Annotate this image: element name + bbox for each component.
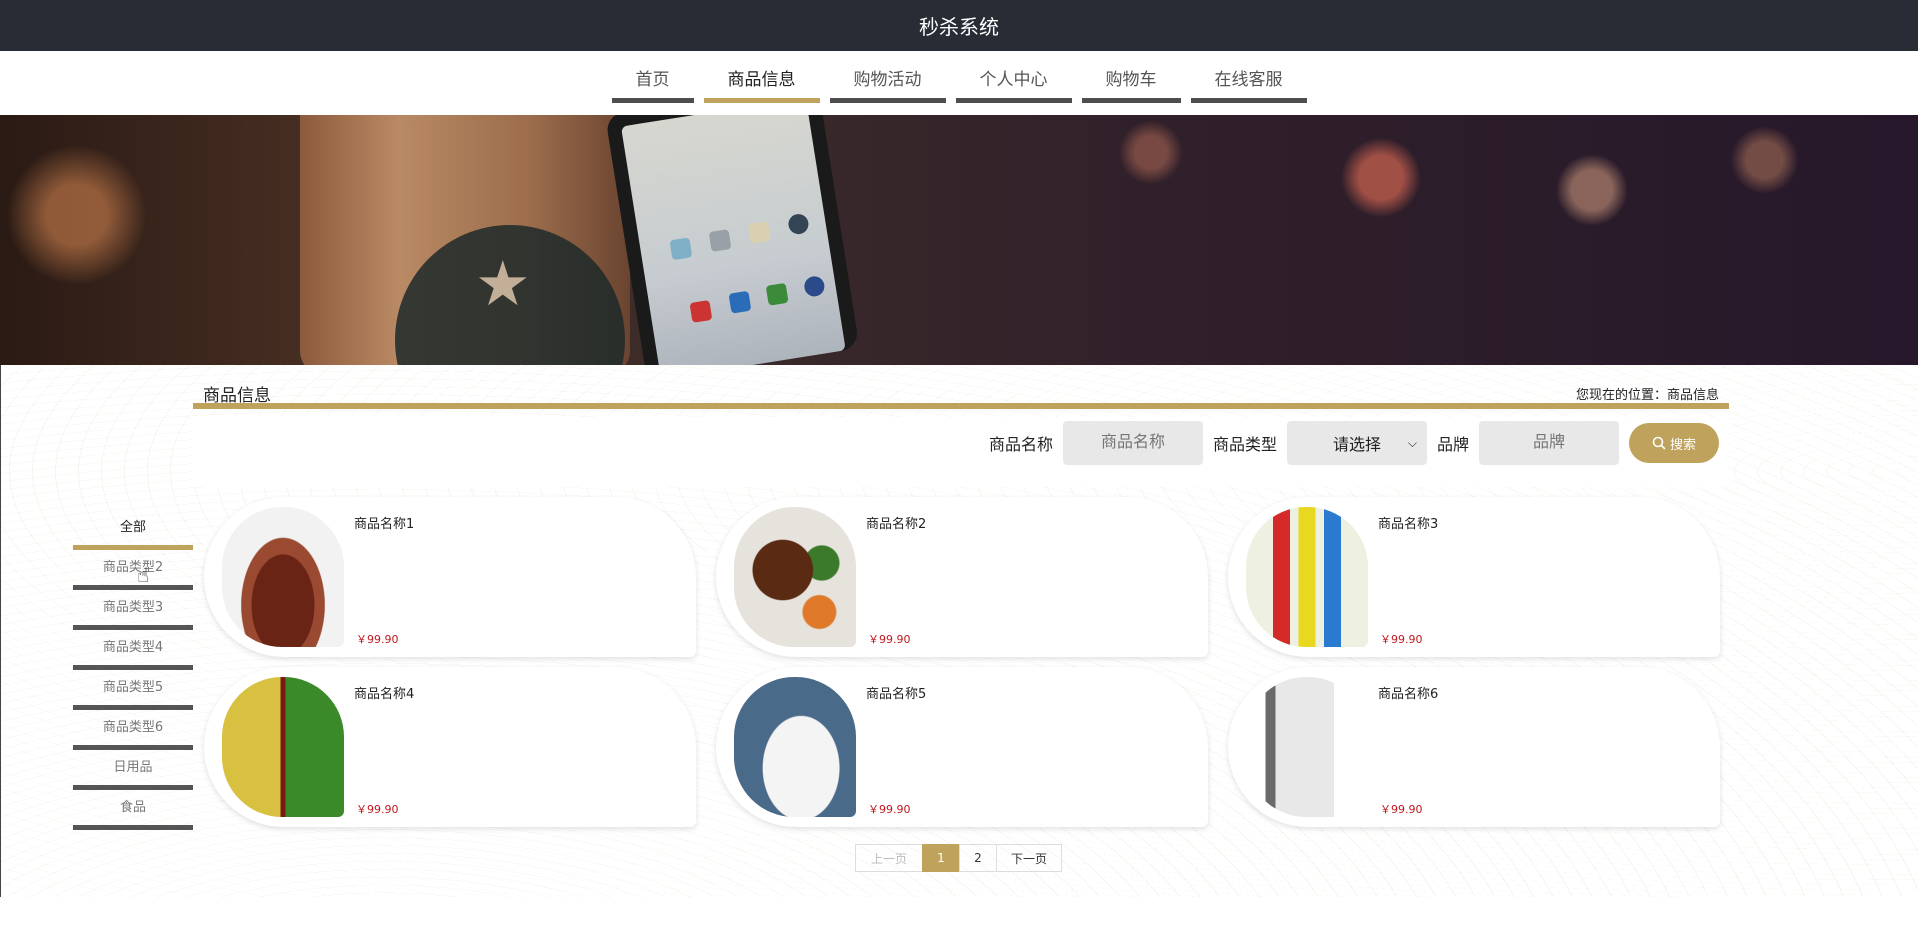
main-nav: 首页 商品信息 购物活动 个人中心 购物车 在线客服 bbox=[0, 51, 1918, 115]
category-type2[interactable]: 商品类型2 bbox=[73, 550, 193, 590]
product-name[interactable]: 商品名称2 bbox=[866, 513, 926, 532]
nav-item-profile[interactable]: 个人中心 bbox=[955, 65, 1072, 103]
nav-item-products[interactable]: 商品信息 bbox=[703, 65, 820, 103]
type-select[interactable]: 请选择 ⌵ bbox=[1286, 421, 1427, 465]
product-price: ￥99.90 bbox=[356, 803, 399, 816]
nav-item-cart[interactable]: 购物车 bbox=[1081, 65, 1181, 103]
category-type6[interactable]: 商品类型6 bbox=[73, 710, 193, 750]
product-card[interactable]: 商品名称1 ￥99.90 bbox=[204, 497, 696, 657]
main-content: 商品信息 您现在的位置：商品信息 商品名称 商品类型 请选择 ⌵ 品牌 搜索 全… bbox=[0, 365, 1918, 897]
brand-label: 品牌 bbox=[1436, 435, 1469, 454]
hand-cursor-icon: ☝ bbox=[137, 563, 150, 587]
type-select-value: 请选择 bbox=[1332, 435, 1381, 454]
product-name[interactable]: 商品名称1 bbox=[354, 513, 414, 532]
breadcrumb: 您现在的位置：商品信息 bbox=[1576, 384, 1719, 403]
category-type4[interactable]: 商品类型4 bbox=[73, 630, 193, 670]
product-card[interactable]: 商品名称3 ￥99.90 bbox=[1228, 497, 1720, 657]
name-label: 商品名称 bbox=[988, 435, 1053, 454]
product-image-sneaker[interactable] bbox=[734, 677, 856, 817]
search-button-label: 搜索 bbox=[1669, 437, 1696, 453]
prev-page-button[interactable]: 上一页 bbox=[855, 844, 923, 872]
category-type3[interactable]: 商品类型3 bbox=[73, 590, 193, 630]
search-button[interactable]: 搜索 bbox=[1629, 423, 1719, 463]
product-price: ￥99.90 bbox=[356, 633, 399, 646]
product-image-shoes[interactable] bbox=[222, 507, 344, 647]
type-label: 商品类型 bbox=[1212, 435, 1277, 454]
product-card[interactable]: 商品名称2 ￥99.90 bbox=[716, 497, 1208, 657]
product-image-book[interactable] bbox=[1246, 677, 1368, 817]
nav-item-home[interactable]: 首页 bbox=[611, 65, 694, 103]
title-bar: 商品信息 您现在的位置：商品信息 bbox=[193, 381, 1729, 409]
site-title: 秒杀系统 bbox=[919, 15, 999, 39]
pagination: 上一页 1 2 下一页 bbox=[855, 844, 1062, 872]
nav-item-service[interactable]: 在线客服 bbox=[1190, 65, 1307, 103]
nav-item-activities[interactable]: 购物活动 bbox=[829, 65, 946, 103]
product-image-bento[interactable] bbox=[222, 677, 344, 817]
product-name[interactable]: 商品名称5 bbox=[866, 683, 926, 702]
category-all[interactable]: 全部 bbox=[73, 510, 193, 550]
product-card[interactable]: 商品名称5 ￥99.90 bbox=[716, 667, 1208, 827]
product-image-bottles[interactable] bbox=[1246, 507, 1368, 647]
page-2-button[interactable]: 2 bbox=[959, 844, 997, 872]
product-grid: 商品名称1 ￥99.90 商品名称2 ￥99.90 商品名称3 ￥99.90 商… bbox=[204, 497, 1720, 827]
name-input[interactable] bbox=[1062, 421, 1203, 465]
category-daily[interactable]: 日用品 bbox=[73, 750, 193, 790]
location-value[interactable]: 商品信息 bbox=[1667, 388, 1719, 403]
product-price: ￥99.90 bbox=[868, 803, 911, 816]
category-type5[interactable]: 商品类型5 bbox=[73, 670, 193, 710]
product-card[interactable]: 商品名称6 ￥99.90 bbox=[1228, 667, 1720, 827]
product-image-food-plate[interactable] bbox=[734, 507, 856, 647]
page-1-button[interactable]: 1 bbox=[922, 844, 960, 872]
brand-input[interactable] bbox=[1479, 421, 1619, 465]
product-name[interactable]: 商品名称4 bbox=[354, 683, 414, 702]
search-bar: 商品名称 商品类型 请选择 ⌵ 品牌 搜索 bbox=[193, 417, 1729, 487]
top-bar: 秒杀系统 bbox=[0, 0, 1918, 51]
product-price: ￥99.90 bbox=[868, 633, 911, 646]
page-title: 商品信息 bbox=[203, 386, 271, 406]
category-sidebar: 全部 商品类型2 商品类型3 商品类型4 商品类型5 商品类型6 日用品 食品 bbox=[73, 510, 193, 830]
search-icon bbox=[1652, 436, 1666, 450]
product-card[interactable]: 商品名称4 ￥99.90 bbox=[204, 667, 696, 827]
phone-image bbox=[605, 115, 860, 365]
product-price: ￥99.90 bbox=[1380, 803, 1423, 816]
next-page-button[interactable]: 下一页 bbox=[996, 844, 1062, 872]
product-price: ￥99.90 bbox=[1380, 633, 1423, 646]
chevron-down-icon: ⌵ bbox=[1407, 435, 1417, 450]
product-name[interactable]: 商品名称6 bbox=[1378, 683, 1438, 702]
hero-banner bbox=[0, 115, 1918, 365]
category-food[interactable]: 食品 bbox=[73, 790, 193, 830]
product-name[interactable]: 商品名称3 bbox=[1378, 513, 1438, 532]
location-label: 您现在的位置： bbox=[1575, 388, 1667, 403]
